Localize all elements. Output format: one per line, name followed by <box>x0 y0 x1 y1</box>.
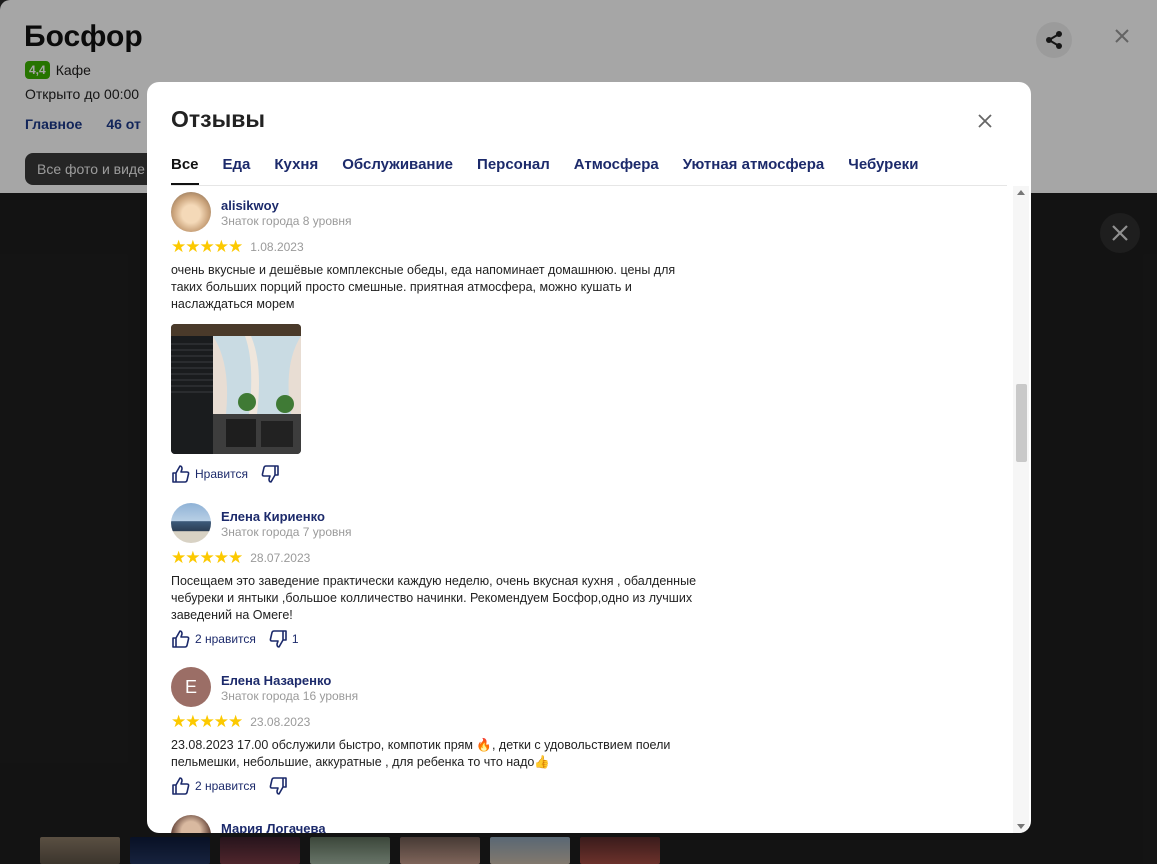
star-icon: ★ <box>228 548 243 567</box>
tab-food[interactable]: Еда <box>223 156 251 185</box>
like-button[interactable]: 2 нравится <box>171 776 256 796</box>
review-date: 28.07.2023 <box>250 550 311 565</box>
dislike-icon <box>269 777 287 795</box>
star-icon: ★ <box>213 237 229 256</box>
rating-stars: ★ ★ ★ ★ ★ 23.08.2023 <box>171 713 310 730</box>
like-label: 2 нравится <box>195 779 256 793</box>
avatar[interactable] <box>171 815 211 833</box>
author-level: Знаток города 16 уровня <box>221 689 359 703</box>
star-icon: ★ <box>171 712 186 731</box>
review-actions: 2 нравится <box>171 776 288 796</box>
tab-service[interactable]: Обслуживание <box>342 156 453 185</box>
star-icon: ★ <box>185 712 200 731</box>
reviews-modal: Отзывы Все Еда Кухня Обслуживание Персон… <box>147 82 1031 833</box>
review-filter-tabs: Все Еда Кухня Обслуживание Персонал Атмо… <box>171 156 1007 186</box>
tab-all[interactable]: Все <box>171 156 199 185</box>
like-icon <box>172 777 190 795</box>
star-icon: ★ <box>213 548 229 567</box>
like-label: Нравится <box>195 467 248 481</box>
star-icon: ★ <box>171 237 186 256</box>
review-actions: 2 нравится 1 <box>171 629 299 649</box>
review-text: 23.08.2023 17.00 обслужили быстро, компо… <box>171 738 671 769</box>
modal-close-button[interactable] <box>973 109 997 133</box>
review-author[interactable]: Елена Назаренко <box>221 673 331 688</box>
star-icon: ★ <box>199 237 215 256</box>
avatar[interactable] <box>171 503 211 543</box>
dislike-button[interactable] <box>268 776 288 796</box>
dislike-count: 1 <box>291 632 299 646</box>
scroll-down-arrow-icon[interactable] <box>1017 824 1025 829</box>
review-text: очень вкусные и дешёвые комплексные обед… <box>171 263 676 311</box>
review-author[interactable]: Мария Логачева <box>221 821 326 833</box>
author-level: Знаток города 8 уровня <box>221 214 352 228</box>
tab-cuisine[interactable]: Кухня <box>274 156 318 185</box>
star-icon: ★ <box>228 712 243 731</box>
like-icon <box>172 465 190 483</box>
avatar[interactable] <box>171 192 211 232</box>
review-date: 1.08.2023 <box>250 239 304 254</box>
review-author[interactable]: alisikwoy <box>221 198 279 213</box>
author-level: Знаток города 7 уровня <box>221 525 352 539</box>
review-date: 23.08.2023 <box>250 714 311 729</box>
star-icon: ★ <box>199 712 215 731</box>
tab-staff[interactable]: Персонал <box>477 156 550 185</box>
review-actions: Нравится <box>171 464 280 484</box>
review-photo[interactable] <box>171 324 301 454</box>
star-icon: ★ <box>228 237 243 256</box>
avatar[interactable]: Е <box>171 667 211 707</box>
like-icon <box>172 630 190 648</box>
rating-stars: ★ ★ ★ ★ ★ 28.07.2023 <box>171 549 310 566</box>
like-label: 2 нравится <box>195 632 256 646</box>
reviews-scrollbar[interactable] <box>1013 186 1029 833</box>
dislike-icon <box>261 465 279 483</box>
dislike-button[interactable] <box>260 464 280 484</box>
close-icon <box>978 114 992 128</box>
like-button[interactable]: Нравится <box>171 464 248 484</box>
modal-title: Отзывы <box>171 106 266 132</box>
scroll-up-arrow-icon[interactable] <box>1017 190 1025 195</box>
scrollbar-thumb[interactable] <box>1016 384 1027 462</box>
dislike-button[interactable]: 1 <box>268 629 299 649</box>
dislike-icon <box>269 630 287 648</box>
star-icon: ★ <box>185 237 200 256</box>
star-icon: ★ <box>199 548 215 567</box>
star-icon: ★ <box>185 548 200 567</box>
rating-stars: ★ ★ ★ ★ ★ 1.08.2023 <box>171 238 304 255</box>
tab-atmosphere[interactable]: Атмосфера <box>574 156 659 185</box>
like-button[interactable]: 2 нравится <box>171 629 256 649</box>
review-text: Посещаем это заведение практически кажду… <box>171 574 697 622</box>
star-icon: ★ <box>171 548 186 567</box>
tab-chebureki[interactable]: Чебуреки <box>848 156 918 185</box>
review-author[interactable]: Елена Кириенко <box>221 509 325 524</box>
avatar-letter: Е <box>184 676 197 697</box>
tab-cozy-atmosphere[interactable]: Уютная атмосфера <box>683 156 825 185</box>
star-icon: ★ <box>213 712 229 731</box>
